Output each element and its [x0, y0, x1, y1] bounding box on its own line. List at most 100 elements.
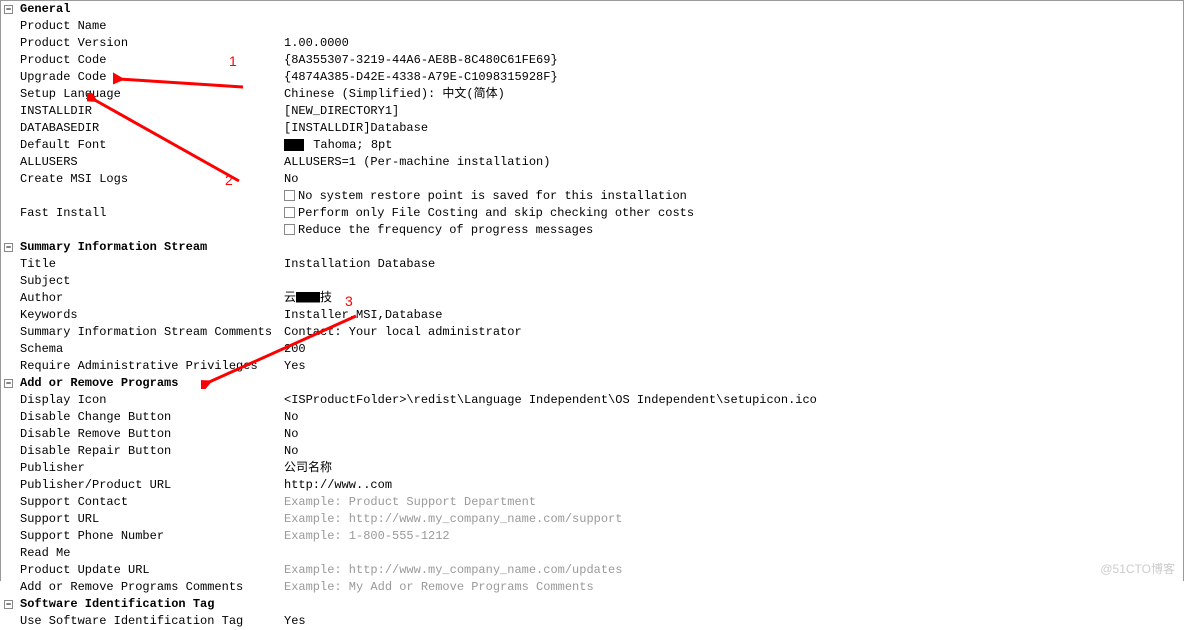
- row-support-phone[interactable]: Support Phone Number Example: 1-800-555-…: [1, 528, 1183, 545]
- row-installdir[interactable]: INSTALLDIR [NEW_DIRECTORY1]: [1, 103, 1183, 120]
- row-fast-install-opt1[interactable]: No system restore point is saved for thi…: [1, 188, 1183, 205]
- property-value[interactable]: [NEW_DIRECTORY1]: [282, 103, 1183, 120]
- row-display-icon[interactable]: Display Icon <ISProductFolder>\redist\La…: [1, 392, 1183, 409]
- section-general[interactable]: − General: [1, 1, 1183, 18]
- property-label: Title: [16, 256, 282, 273]
- property-value[interactable]: [282, 18, 1183, 35]
- property-label: Support URL: [16, 511, 282, 528]
- property-value[interactable]: Tahoma; 8pt: [282, 137, 1183, 154]
- property-label: Upgrade Code: [16, 69, 282, 86]
- section-header-label: Summary Information Stream: [16, 239, 282, 256]
- row-product-code[interactable]: Product Code {8A355307-3219-44A6-AE8B-8C…: [1, 52, 1183, 69]
- row-product-version[interactable]: Product Version 1.00.0000: [1, 35, 1183, 52]
- property-label: Disable Repair Button: [16, 443, 282, 460]
- collapse-icon[interactable]: −: [4, 5, 13, 14]
- property-label: Product Version: [16, 35, 282, 52]
- section-swid[interactable]: − Software Identification Tag: [1, 596, 1183, 613]
- property-label: DATABASEDIR: [16, 120, 282, 137]
- checkbox-icon[interactable]: [284, 207, 295, 218]
- property-value[interactable]: No: [282, 409, 1183, 426]
- row-read-me[interactable]: Read Me: [1, 545, 1183, 562]
- row-publisher-url[interactable]: Publisher/Product URL http://www..com: [1, 477, 1183, 494]
- property-value[interactable]: Example: http://www.my_company_name.com/…: [282, 511, 1183, 528]
- property-value[interactable]: [282, 273, 1183, 290]
- property-value[interactable]: http://www..com: [282, 477, 1183, 494]
- property-label: Keywords: [16, 307, 282, 324]
- property-value[interactable]: Chinese (Simplified): 中文(简体): [282, 86, 1183, 103]
- row-summary-comments[interactable]: Summary Information Stream Comments Cont…: [1, 324, 1183, 341]
- property-value[interactable]: 200: [282, 341, 1183, 358]
- checkbox-icon[interactable]: [284, 224, 295, 235]
- row-disable-repair[interactable]: Disable Repair Button No: [1, 443, 1183, 460]
- property-label: Setup Language: [16, 86, 282, 103]
- property-value[interactable]: Example: http://www.my_company_name.com/…: [282, 562, 1183, 579]
- property-label: Author: [16, 290, 282, 307]
- row-allusers[interactable]: ALLUSERS ALLUSERS=1 (Per-machine install…: [1, 154, 1183, 171]
- row-subject[interactable]: Subject: [1, 273, 1183, 290]
- property-label: Create MSI Logs: [16, 171, 282, 188]
- row-product-name[interactable]: Product Name: [1, 18, 1183, 35]
- row-default-font[interactable]: Default Font Tahoma; 8pt: [1, 137, 1183, 154]
- property-label: ALLUSERS: [16, 154, 282, 171]
- section-header-label: Add or Remove Programs: [16, 375, 282, 392]
- property-value[interactable]: {4874A385-D42E-4338-A79E-C1098315928F}: [282, 69, 1183, 86]
- property-value[interactable]: Yes: [282, 613, 1183, 630]
- watermark: @51CTO博客: [1100, 560, 1175, 577]
- section-header-label: General: [16, 1, 282, 18]
- property-label: Display Icon: [16, 392, 282, 409]
- row-schema[interactable]: Schema 200: [1, 341, 1183, 358]
- section-arp[interactable]: − Add or Remove Programs: [1, 375, 1183, 392]
- property-value[interactable]: Installation Database: [282, 256, 1183, 273]
- row-support-url[interactable]: Support URL Example: http://www.my_compa…: [1, 511, 1183, 528]
- collapse-icon[interactable]: −: [4, 379, 13, 388]
- row-author[interactable]: Author 云▇▇技: [1, 290, 1183, 307]
- property-value[interactable]: [INSTALLDIR]Database: [282, 120, 1183, 137]
- property-value[interactable]: Reduce the frequency of progress message…: [282, 222, 1183, 239]
- row-support-contact[interactable]: Support Contact Example: Product Support…: [1, 494, 1183, 511]
- property-label: Subject: [16, 273, 282, 290]
- row-setup-language[interactable]: Setup Language Chinese (Simplified): 中文(…: [1, 86, 1183, 103]
- property-label: Publisher/Product URL: [16, 477, 282, 494]
- row-fast-install[interactable]: Fast Install Perform only File Costing a…: [1, 205, 1183, 222]
- row-disable-change[interactable]: Disable Change Button No: [1, 409, 1183, 426]
- property-value[interactable]: Yes: [282, 358, 1183, 375]
- property-value[interactable]: Example: Product Support Department: [282, 494, 1183, 511]
- property-value[interactable]: 公司名称: [282, 460, 1183, 477]
- row-product-update-url[interactable]: Product Update URL Example: http://www.m…: [1, 562, 1183, 579]
- property-value[interactable]: No: [282, 171, 1183, 188]
- property-value[interactable]: Example: My Add or Remove Programs Comme…: [282, 579, 1183, 596]
- property-value[interactable]: 云▇▇技: [282, 290, 1183, 307]
- row-publisher[interactable]: Publisher 公司名称: [1, 460, 1183, 477]
- row-create-msi-logs[interactable]: Create MSI Logs No: [1, 171, 1183, 188]
- property-value[interactable]: No: [282, 426, 1183, 443]
- row-upgrade-code[interactable]: Upgrade Code {4874A385-D42E-4338-A79E-C1…: [1, 69, 1183, 86]
- property-value[interactable]: 1.00.0000: [282, 35, 1183, 52]
- row-fast-install-opt3[interactable]: Reduce the frequency of progress message…: [1, 222, 1183, 239]
- property-value[interactable]: {8A355307-3219-44A6-AE8B-8C480C61FE69}: [282, 52, 1183, 69]
- property-value[interactable]: Perform only File Costing and skip check…: [282, 205, 1183, 222]
- property-value[interactable]: No system restore point is saved for thi…: [282, 188, 1183, 205]
- row-require-admin[interactable]: Require Administrative Privileges Yes: [1, 358, 1183, 375]
- property-value[interactable]: Example: 1-800-555-1212: [282, 528, 1183, 545]
- row-disable-remove[interactable]: Disable Remove Button No: [1, 426, 1183, 443]
- checkbox-icon[interactable]: [284, 190, 295, 201]
- collapse-icon[interactable]: −: [4, 243, 13, 252]
- property-label: Schema: [16, 341, 282, 358]
- property-value[interactable]: No: [282, 443, 1183, 460]
- property-value[interactable]: ALLUSERS=1 (Per-machine installation): [282, 154, 1183, 171]
- row-title[interactable]: Title Installation Database: [1, 256, 1183, 273]
- row-keywords[interactable]: Keywords Installer,MSI,Database: [1, 307, 1183, 324]
- property-value[interactable]: <ISProductFolder>\redist\Language Indepe…: [282, 392, 1183, 409]
- section-summary[interactable]: − Summary Information Stream: [1, 239, 1183, 256]
- property-label: Add or Remove Programs Comments: [16, 579, 282, 596]
- property-label: Use Software Identification Tag: [16, 613, 282, 630]
- row-arp-comments[interactable]: Add or Remove Programs Comments Example:…: [1, 579, 1183, 596]
- property-value[interactable]: Installer,MSI,Database: [282, 307, 1183, 324]
- property-value[interactable]: Contact: Your local administrator: [282, 324, 1183, 341]
- collapse-icon[interactable]: −: [4, 600, 13, 609]
- font-swatch-icon: [284, 139, 304, 151]
- property-value[interactable]: [282, 545, 1183, 562]
- row-databasedir[interactable]: DATABASEDIR [INSTALLDIR]Database: [1, 120, 1183, 137]
- property-label: Support Contact: [16, 494, 282, 511]
- row-use-swid-tag[interactable]: Use Software Identification Tag Yes: [1, 613, 1183, 630]
